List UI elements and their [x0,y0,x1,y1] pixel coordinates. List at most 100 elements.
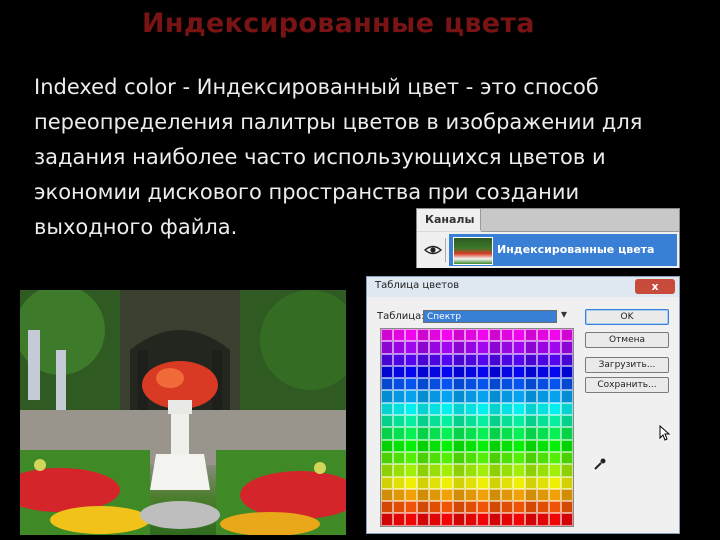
color-swatch[interactable] [513,501,525,514]
color-swatch[interactable] [405,390,417,403]
color-swatch[interactable] [513,513,525,526]
color-swatch[interactable] [393,427,405,440]
color-swatch[interactable] [489,402,501,416]
color-swatch[interactable] [465,415,477,428]
color-swatch[interactable] [513,464,525,477]
color-swatch[interactable] [489,353,501,366]
color-swatch[interactable] [525,476,537,489]
close-button[interactable]: x [635,279,675,294]
color-swatch[interactable] [501,378,513,391]
color-swatch[interactable] [429,501,441,514]
color-swatch[interactable] [429,439,441,452]
color-swatch[interactable] [417,402,429,416]
color-swatch[interactable] [537,390,549,403]
color-swatch[interactable] [513,451,525,465]
color-swatch[interactable] [441,365,453,379]
color-swatch[interactable] [429,402,441,416]
color-swatch[interactable] [381,415,393,428]
color-swatch[interactable] [525,439,537,452]
color-swatch[interactable] [381,439,393,452]
color-swatch[interactable] [549,341,561,354]
color-swatch[interactable] [465,378,477,391]
color-swatch[interactable] [525,365,537,379]
color-swatch[interactable] [393,365,405,379]
color-swatch[interactable] [549,451,561,465]
color-swatch[interactable] [537,464,549,477]
color-swatch[interactable] [429,451,441,465]
color-swatch[interactable] [417,513,429,526]
color-swatch[interactable] [381,513,393,526]
color-swatch[interactable] [417,451,429,465]
color-swatch[interactable] [381,501,393,514]
color-swatch[interactable] [525,451,537,465]
load-button[interactable]: Загрузить... [585,357,669,373]
color-swatch[interactable] [537,427,549,440]
color-swatch[interactable] [525,415,537,428]
color-swatch[interactable] [441,476,453,489]
color-swatch[interactable] [501,513,513,526]
color-swatch[interactable] [549,488,561,502]
color-swatch[interactable] [477,439,489,452]
color-swatch[interactable] [477,513,489,526]
color-swatch[interactable] [405,378,417,391]
ok-button[interactable]: OK [585,309,669,325]
color-swatch[interactable] [561,390,573,403]
color-swatch[interactable] [405,415,417,428]
color-swatch[interactable] [405,488,417,502]
color-swatch[interactable] [441,439,453,452]
color-swatch[interactable] [537,329,549,342]
color-swatch[interactable] [429,378,441,391]
color-swatch[interactable] [429,341,441,354]
color-swatch[interactable] [477,378,489,391]
color-swatch[interactable] [549,402,561,416]
color-swatch[interactable] [417,427,429,440]
color-swatch[interactable] [381,476,393,489]
color-swatch[interactable] [405,439,417,452]
color-swatch[interactable] [549,365,561,379]
color-swatch[interactable] [381,390,393,403]
color-swatch[interactable] [525,390,537,403]
color-swatch[interactable] [417,439,429,452]
save-button[interactable]: Сохранить... [585,377,669,393]
color-swatch[interactable] [561,427,573,440]
color-swatch[interactable] [513,365,525,379]
color-swatch[interactable] [489,378,501,391]
color-swatch[interactable] [561,415,573,428]
color-swatch[interactable] [477,501,489,514]
color-swatch[interactable] [549,415,561,428]
color-swatch[interactable] [537,415,549,428]
color-swatch[interactable] [393,329,405,342]
table-select[interactable]: Спектр [423,310,557,323]
color-swatch[interactable] [549,476,561,489]
color-swatch[interactable] [441,464,453,477]
color-swatch[interactable] [453,513,465,526]
color-swatch[interactable] [513,488,525,502]
color-swatch[interactable] [465,402,477,416]
color-swatch[interactable] [453,341,465,354]
color-swatch[interactable] [561,378,573,391]
color-swatch[interactable] [393,353,405,366]
color-swatch[interactable] [393,439,405,452]
color-swatch[interactable] [429,427,441,440]
color-swatch[interactable] [513,439,525,452]
color-swatch[interactable] [477,427,489,440]
color-swatch[interactable] [513,353,525,366]
channel-row[interactable]: Индексированные цвета [417,232,679,268]
color-swatch[interactable] [537,378,549,391]
color-swatch[interactable] [417,464,429,477]
color-swatch[interactable] [525,378,537,391]
color-swatch[interactable] [429,476,441,489]
color-swatch[interactable] [561,501,573,514]
color-swatch[interactable] [393,415,405,428]
color-swatch[interactable] [489,439,501,452]
color-swatch[interactable] [525,341,537,354]
color-swatch[interactable] [561,476,573,489]
color-swatch[interactable] [525,427,537,440]
color-swatch[interactable] [477,353,489,366]
color-swatch[interactable] [381,402,393,416]
color-swatch[interactable] [465,427,477,440]
color-swatch[interactable] [441,451,453,465]
color-swatch[interactable] [381,378,393,391]
color-swatch[interactable] [561,451,573,465]
color-swatch[interactable] [441,513,453,526]
